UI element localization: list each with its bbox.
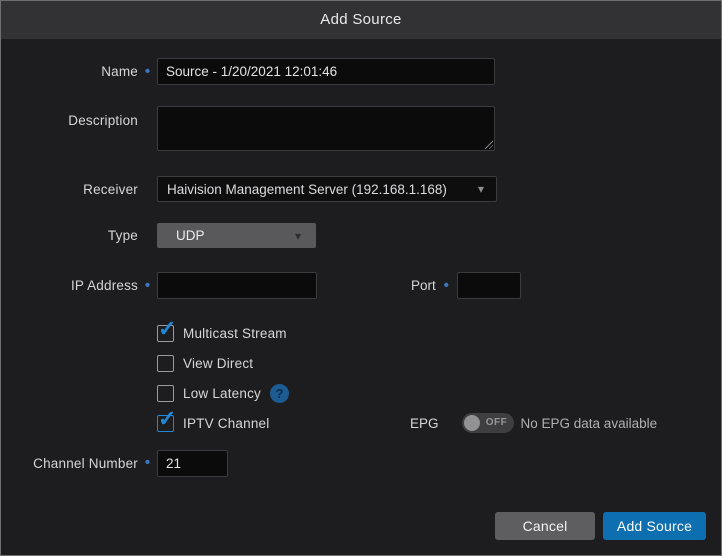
required-marker: • <box>436 281 457 291</box>
name-row: Name • <box>1 58 721 85</box>
receiver-dropdown-value: Haivision Management Server (192.168.1.1… <box>167 182 447 197</box>
name-label: Name <box>1 64 138 79</box>
checkmark-icon: ✓ <box>158 316 176 342</box>
low-latency-checkbox[interactable]: ✓ <box>157 385 174 402</box>
receiver-row: Receiver Haivision Management Server (19… <box>1 176 721 202</box>
iptv-channel-row: ✓ IPTV Channel EPG OFF No EPG data avail… <box>1 413 721 433</box>
low-latency-row: ✓ Low Latency ? <box>1 383 721 403</box>
multicast-stream-row: ✓ Multicast Stream <box>1 323 721 343</box>
cancel-button[interactable]: Cancel <box>495 512 595 540</box>
low-latency-label: Low Latency <box>183 386 261 401</box>
ip-port-row: IP Address • Port • <box>1 272 721 299</box>
epg-toggle[interactable]: OFF <box>462 413 514 433</box>
view-direct-row: ✓ View Direct <box>1 353 721 373</box>
required-marker: • <box>138 281 157 291</box>
epg-toggle-state: OFF <box>482 413 512 433</box>
chevron-down-icon: ▾ <box>295 229 301 243</box>
iptv-channel-checkbox[interactable]: ✓ <box>157 415 174 432</box>
dialog-titlebar: Add Source <box>1 1 721 39</box>
type-row: Type UDP ▾ <box>1 223 721 248</box>
receiver-dropdown[interactable]: Haivision Management Server (192.168.1.1… <box>157 176 497 202</box>
port-label: Port <box>411 278 436 293</box>
ip-address-input[interactable] <box>157 272 317 299</box>
epg-label: EPG <box>410 416 439 431</box>
view-direct-checkbox[interactable]: ✓ <box>157 355 174 372</box>
receiver-label: Receiver <box>1 182 138 197</box>
description-field-wrap <box>157 106 495 151</box>
dialog-footer: Cancel Add Source <box>1 512 721 540</box>
multicast-stream-checkbox[interactable]: ✓ <box>157 325 174 342</box>
description-row: Description <box>1 106 721 151</box>
channel-number-label: Channel Number <box>1 456 138 471</box>
required-marker: • <box>138 458 157 468</box>
port-input[interactable] <box>457 272 521 299</box>
iptv-channel-label: IPTV Channel <box>183 416 269 431</box>
name-input[interactable] <box>157 58 495 85</box>
epg-status-message: No EPG data available <box>521 416 658 431</box>
ip-address-label: IP Address <box>1 278 138 293</box>
channel-number-row: Channel Number • <box>1 450 721 476</box>
type-dropdown-value: UDP <box>176 228 205 243</box>
description-label: Description <box>1 106 138 128</box>
toggle-knob <box>464 415 480 431</box>
type-dropdown[interactable]: UDP ▾ <box>157 223 316 248</box>
help-icon[interactable]: ? <box>270 384 289 403</box>
description-input[interactable] <box>157 106 495 151</box>
add-source-dialog: Add Source Name • Description Receiver H… <box>0 0 722 556</box>
multicast-stream-label: Multicast Stream <box>183 326 287 341</box>
type-label: Type <box>1 228 138 243</box>
checkmark-icon: ✓ <box>158 406 176 432</box>
required-marker: • <box>138 67 157 77</box>
epg-group: EPG OFF No EPG data available <box>410 413 657 433</box>
add-source-button[interactable]: Add Source <box>603 512 706 540</box>
view-direct-label: View Direct <box>183 356 253 371</box>
dialog-title: Add Source <box>320 11 401 28</box>
channel-number-input[interactable] <box>157 450 228 477</box>
chevron-down-icon: ▾ <box>478 182 484 196</box>
